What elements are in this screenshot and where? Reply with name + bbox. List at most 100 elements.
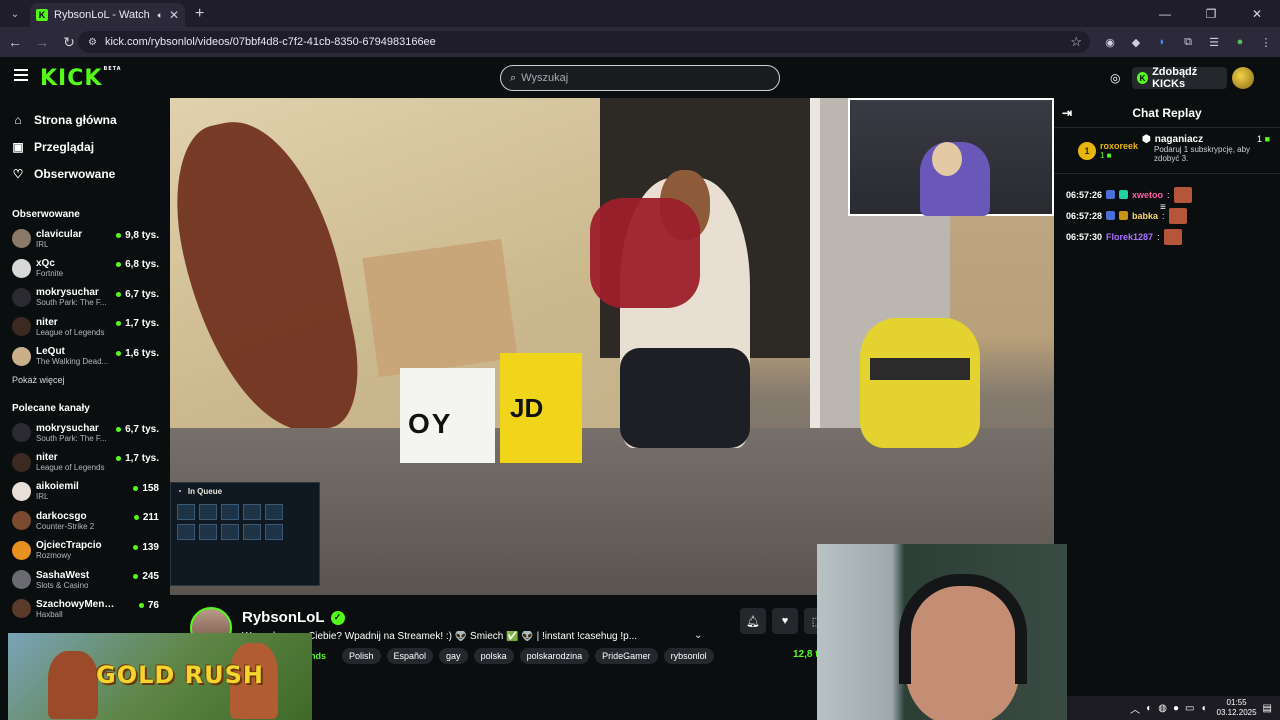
notifications-icon[interactable]: ◎ (1110, 71, 1120, 85)
headphones (899, 574, 1027, 684)
volume-icon[interactable]: ◖ (1200, 703, 1206, 714)
channel-item[interactable]: SashaWest Slots & Casino 245 (0, 565, 170, 594)
search-input[interactable] (521, 72, 762, 84)
back-arrow-icon[interactable]: ← (3, 34, 27, 50)
tag-prefix: nds (310, 651, 327, 661)
viewer-count: 6,7 tys. (116, 424, 159, 435)
live-dot-icon (116, 321, 122, 327)
expand-title-icon[interactable]: ⌄ (694, 630, 702, 641)
channel-category: IRL (36, 239, 49, 249)
clock[interactable]: 01:55 03.12.2025 (1217, 698, 1257, 718)
close-window-button[interactable]: ✕ (1234, 0, 1280, 27)
streamer-name[interactable]: RybsonLoL ✓ (242, 609, 345, 626)
stream-tag[interactable]: gay (439, 648, 468, 664)
channel-name: clavicular (36, 228, 83, 240)
channel-item[interactable]: niter League of Legends 1,7 tys. (0, 447, 170, 476)
channel-item[interactable]: LeQut The Walking Dead... 1,6 tys. (0, 342, 170, 371)
notification-center-icon[interactable]: ▤ (1263, 703, 1272, 714)
reading-list-icon[interactable]: ☰ (1201, 33, 1227, 51)
verified-icon: ✓ (330, 610, 345, 625)
app-icon[interactable]: ◍ (1158, 703, 1167, 714)
stream-tag[interactable]: Polish (342, 648, 381, 664)
channel-item[interactable]: mokrysuchar South Park: The F... 6,7 tys. (0, 283, 170, 312)
message-timestamp: 06:57:30 (1066, 231, 1103, 242)
channel-item[interactable]: darkocsgo Counter-Strike 2 211 (0, 506, 170, 535)
stream-tag[interactable]: polska (473, 648, 514, 664)
stream-tag[interactable]: rybsonlol (663, 648, 714, 664)
speaker-icon[interactable]: 🔈︎ (158, 10, 163, 21)
stream-tag[interactable]: polskarodzina (519, 648, 590, 664)
network-icon[interactable]: ▭ (1185, 703, 1194, 714)
channel-item[interactable]: aikoiemil IRL 158 (0, 477, 170, 506)
gift-prompt[interactable]: Podaruj 1 subskrypcję, aby zdobyć 3. (1154, 145, 1272, 163)
video-bag: JD (500, 353, 582, 463)
site-info-icon[interactable]: ⚙ (88, 37, 97, 48)
kick-logo[interactable]: KICKBETA (40, 66, 122, 91)
url-bar[interactable]: ⚙ kick.com/rybsonlol/videos/07bbf4d8-c7f… (78, 31, 1090, 53)
channel-category: Slots & Casino (36, 580, 89, 590)
menu-dots-icon[interactable]: ⋮ (1253, 33, 1279, 51)
collapse-chat-icon[interactable]: ⇥ (1062, 106, 1072, 120)
top-user-name[interactable]: roxoreek (1100, 141, 1138, 151)
tab-search-button[interactable]: ⌄ (6, 5, 24, 23)
stream-tag[interactable]: PrideGamer (595, 648, 658, 664)
close-tab-icon[interactable]: ✕ (169, 8, 179, 22)
channel-item[interactable]: clavicular IRL 9,8 tys. (0, 224, 170, 253)
discord-icon[interactable]: ◐ (1146, 703, 1152, 714)
channel-item[interactable]: xQc Fortnite 6,8 tys. (0, 253, 170, 282)
browser-tab[interactable]: K RybsonLoL - Watch the VO 🔈︎ ✕ (30, 3, 185, 27)
viewer-count: 76 (138, 600, 159, 611)
channel-avatar (12, 317, 31, 337)
extension-icon[interactable]: ◉ (1097, 33, 1123, 51)
channel-name: OjciecTrapcio (36, 540, 102, 552)
notification-bell-button[interactable]: 🔔︎ (740, 608, 766, 634)
show-more-link[interactable]: Pokaż więcej (0, 375, 170, 385)
live-dot-icon (133, 544, 139, 550)
profile-icon[interactable]: ● (1227, 33, 1253, 51)
bookmark-star-icon[interactable]: ☆ (1070, 34, 1082, 50)
live-dot-icon (116, 291, 122, 297)
channel-avatar (12, 258, 31, 278)
channel-item[interactable]: OjciecTrapcio Rozmowy 139 (0, 536, 170, 565)
filter-icon[interactable]: ≡ (1160, 202, 1166, 213)
ad-character (48, 651, 98, 719)
message-username[interactable]: xwetoo (1132, 190, 1163, 200)
follow-heart-button[interactable]: ♥ (772, 608, 798, 634)
tray-chevron-icon[interactable]: ︿ (1130, 701, 1140, 716)
gold-rush-ad[interactable]: GOLD RUSH (8, 633, 312, 720)
pinned-leaderboard: 1 roxoreek 1 ■ ⬢ naganiacz 1 ■ Podaruj 1 … (1054, 128, 1280, 213)
message-username[interactable]: Florek1287 (1106, 232, 1153, 242)
microphone-icon[interactable]: ● (1173, 703, 1179, 714)
recommended-section-title: Polecane kanały (12, 402, 90, 414)
queue-icon: ◔ (177, 487, 182, 496)
sidebar-nav-following[interactable]: ♡ Obserwowane (0, 160, 170, 187)
channel-avatar (12, 452, 31, 472)
extension-icon[interactable]: ◆ (1123, 33, 1149, 51)
tab-title: RybsonLoL - Watch the VO (54, 9, 152, 21)
user-badge-icon (1119, 190, 1129, 199)
puzzle-icon[interactable]: ⧉ (1175, 33, 1201, 51)
extension-icon[interactable]: ◗ (1149, 33, 1175, 51)
video-player[interactable]: OY JD ◔ In Queue (170, 98, 1054, 595)
hamburger-menu-icon[interactable] (14, 69, 28, 81)
channel-item[interactable]: niter League of Legends 1,7 tys. (0, 312, 170, 341)
stream-tag[interactable]: Español (386, 648, 434, 664)
new-tab-button[interactable]: + (195, 5, 204, 23)
viewer-count: 139 (133, 542, 159, 553)
channel-item[interactable]: SzachowyMentor19...Haxball 76 (0, 594, 170, 623)
get-kicks-button[interactable]: K Zdobądź KICKs (1132, 66, 1227, 90)
minimize-button[interactable]: — (1142, 0, 1188, 27)
sidebar-nav-home[interactable]: ⌂ Strona główna (0, 106, 170, 133)
channel-item[interactable]: mokrysuchar South Park: The F... 6,7 tys. (0, 418, 170, 447)
restore-button[interactable]: ❐ (1188, 0, 1234, 27)
message-username[interactable]: babka (1132, 211, 1158, 221)
user-avatar[interactable] (1232, 67, 1254, 89)
live-dot-icon (116, 233, 122, 238)
channel-category: IRL (36, 492, 49, 502)
viewer-count: 6,7 tys. (116, 289, 159, 300)
channel-name: mokrysuchar (36, 287, 99, 299)
channel-category: Rozmowy (36, 551, 72, 561)
chat-message: 06:57:28 babka: (1066, 205, 1280, 226)
sidebar-nav-browse[interactable]: ▣ Przeglądaj (0, 133, 170, 160)
forward-arrow-icon[interactable]: → (30, 34, 54, 50)
